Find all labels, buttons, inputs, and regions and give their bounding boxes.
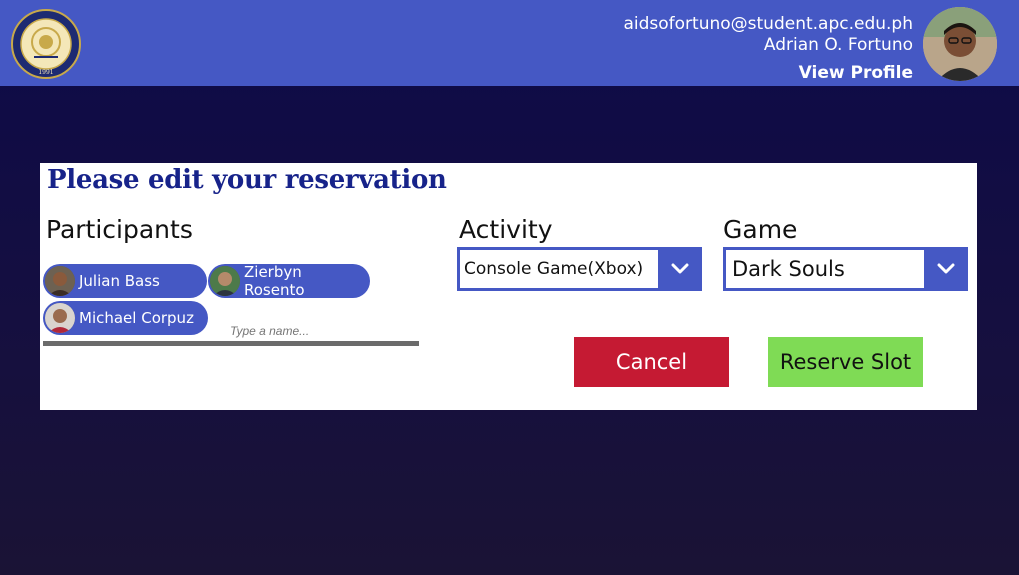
participant-name: Julian Bass xyxy=(79,272,160,290)
cancel-button[interactable]: Cancel xyxy=(574,337,729,387)
activity-label: Activity xyxy=(459,215,553,244)
participant-chip[interactable]: Zierbyn Rosento xyxy=(208,263,370,299)
svg-text:1991: 1991 xyxy=(38,69,53,76)
avatar xyxy=(45,303,75,333)
form-title: Please edit your reservation xyxy=(47,165,447,195)
user-name: Adrian O. Fortuno xyxy=(763,35,913,55)
avatar xyxy=(210,266,240,296)
view-profile-link[interactable]: View Profile xyxy=(623,62,913,84)
top-header: 1991 aidsofortuno@student.apc.edu.ph Adr… xyxy=(0,0,1019,86)
activity-value: Console Game(Xbox) xyxy=(464,259,644,279)
participant-chip[interactable]: Julian Bass xyxy=(43,264,207,298)
participants-label: Participants xyxy=(46,215,193,244)
profile-avatar[interactable] xyxy=(923,7,997,81)
user-email: aidsofortuno@student.apc.edu.ph xyxy=(623,14,913,34)
participant-name: Zierbyn Rosento xyxy=(244,263,305,299)
chevron-down-icon[interactable] xyxy=(924,247,968,291)
input-underline xyxy=(43,341,419,346)
participant-chip[interactable]: Michael Corpuz xyxy=(43,301,208,335)
game-value: Dark Souls xyxy=(732,257,845,281)
reserve-slot-button[interactable]: Reserve Slot xyxy=(768,337,923,387)
user-info: aidsofortuno@student.apc.edu.ph Adrian O… xyxy=(623,14,913,84)
game-label: Game xyxy=(723,215,798,244)
participant-name: Michael Corpuz xyxy=(79,309,194,327)
reservation-form: Please edit your reservation Participant… xyxy=(40,163,977,410)
participant-search-input[interactable] xyxy=(228,321,412,341)
avatar xyxy=(45,266,75,296)
activity-select[interactable]: Console Game(Xbox) xyxy=(457,247,702,291)
game-select[interactable]: Dark Souls xyxy=(723,247,968,291)
college-seal-logo[interactable]: 1991 xyxy=(10,9,82,79)
chevron-down-icon[interactable] xyxy=(658,247,702,291)
